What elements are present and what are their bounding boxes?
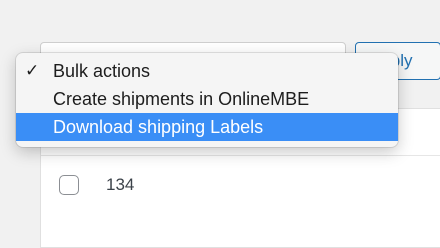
- menu-item-label: Create shipments in OnlineMBE: [53, 89, 310, 109]
- menu-item-create-shipments[interactable]: Create shipments in OnlineMBE: [16, 85, 398, 113]
- row-id: 134: [106, 175, 135, 194]
- menu-item-label: Bulk actions: [53, 61, 151, 81]
- menu-item-bulk-actions[interactable]: ✓ Bulk actions: [16, 57, 398, 85]
- checkmark-icon: ✓: [25, 61, 40, 80]
- bulk-actions-dropdown-menu: ✓ Bulk actions Create shipments in Onlin…: [16, 53, 398, 147]
- menu-item-label: Download shipping Labels: [53, 117, 264, 137]
- menu-item-download-labels[interactable]: Download shipping Labels: [16, 113, 398, 141]
- table-divider: [41, 155, 440, 156]
- row-select-checkbox[interactable]: [59, 175, 79, 195]
